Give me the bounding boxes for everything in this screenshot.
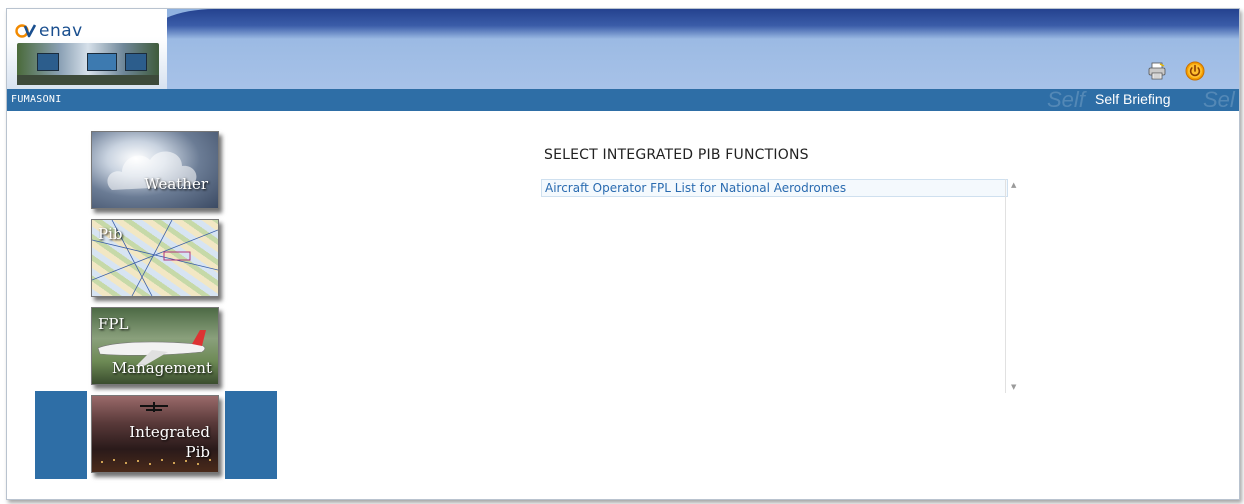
selected-indicator-left bbox=[35, 391, 87, 479]
menu-weather[interactable]: Weather bbox=[91, 131, 219, 209]
functions-listbox[interactable]: Aircraft Operator FPL List for National … bbox=[541, 179, 1025, 393]
header-banner: enav bbox=[7, 9, 1239, 89]
enav-logo-mark-icon bbox=[15, 24, 37, 38]
menu-fpl-label-line2: Management bbox=[111, 359, 212, 377]
logo-panel: enav bbox=[7, 9, 167, 89]
list-item[interactable]: Aircraft Operator FPL List for National … bbox=[541, 179, 1008, 197]
menu-pib[interactable]: Pib bbox=[91, 219, 219, 297]
room-desk bbox=[17, 75, 159, 85]
logo-text: enav bbox=[39, 21, 83, 41]
enav-logo: enav bbox=[15, 21, 83, 41]
user-strip: FUMASONI Self Self Briefing Sel bbox=[7, 89, 1239, 111]
menu-weather-label: Weather bbox=[144, 175, 208, 193]
menu-integrated-label-line2: Pib bbox=[185, 443, 211, 461]
control-room-image bbox=[17, 43, 159, 85]
watermark-text: Sel bbox=[1203, 87, 1235, 112]
banner-curve bbox=[147, 9, 1239, 39]
room-screen bbox=[37, 53, 59, 71]
menu-fpl-label-line1: FPL bbox=[98, 315, 129, 333]
menu-integrated-label-line1: Integrated bbox=[129, 423, 210, 441]
room-screen bbox=[87, 53, 117, 71]
menu-pib-label: Pib bbox=[98, 225, 123, 243]
room-screen bbox=[125, 53, 147, 71]
selected-indicator-right bbox=[225, 391, 277, 479]
app-window: enav FUMASONI Self Self Briefing Sel Wea… bbox=[6, 8, 1240, 500]
header-actions bbox=[1147, 61, 1205, 81]
menu-fpl-management[interactable]: FPL Management bbox=[91, 307, 219, 385]
menu-integrated-pib[interactable]: Integrated Pib bbox=[91, 395, 219, 473]
power-icon[interactable] bbox=[1185, 61, 1205, 81]
username: FUMASONI bbox=[11, 94, 62, 105]
app-title: Self Briefing bbox=[1095, 91, 1171, 107]
scroll-up-icon[interactable]: ▲ bbox=[1011, 181, 1016, 189]
listbox-scrollbar[interactable]: ▲ ▼ bbox=[1005, 179, 1024, 393]
cloud-icon bbox=[107, 151, 197, 190]
page-title: SELECT INTEGRATED PIB FUNCTIONS bbox=[544, 147, 809, 163]
watermark-text: Self bbox=[1047, 87, 1085, 112]
printer-icon[interactable] bbox=[1147, 62, 1167, 80]
scroll-down-icon[interactable]: ▼ bbox=[1011, 383, 1016, 391]
